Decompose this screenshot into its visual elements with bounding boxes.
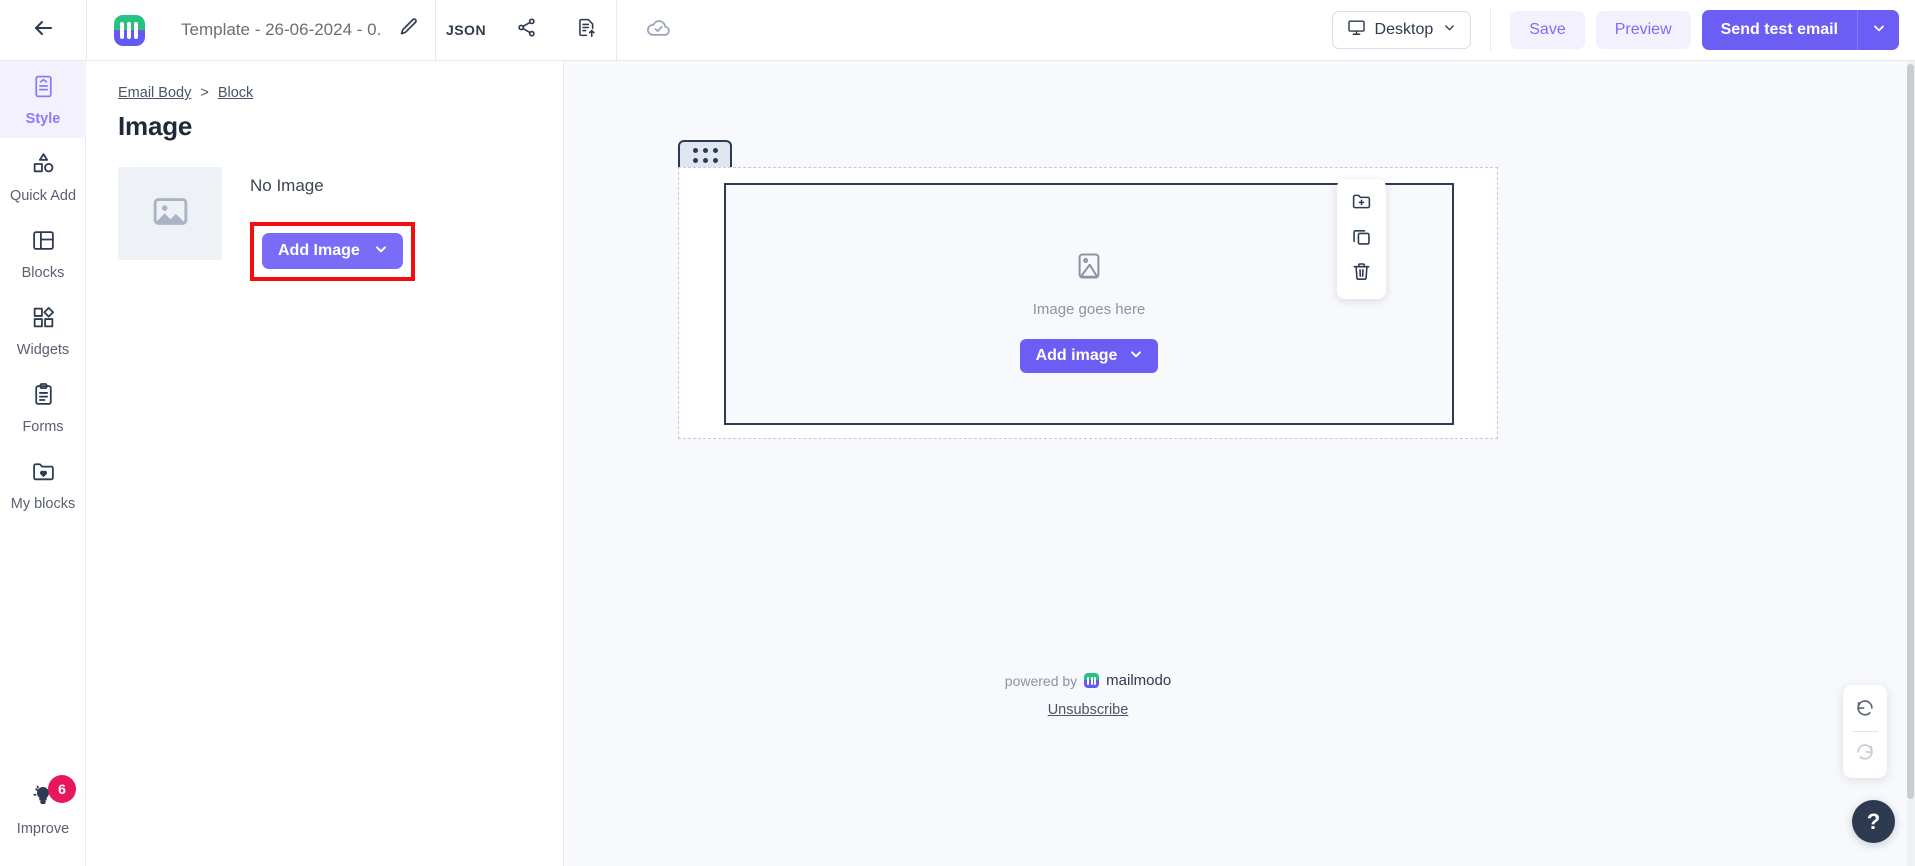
sidebar-item-forms[interactable]: Forms: [0, 369, 86, 446]
powered-by-footer: powered by mailmodo: [678, 672, 1498, 689]
drag-dots-icon: [712, 147, 718, 153]
toolbar-divider-4: [1490, 9, 1492, 51]
sidebar-item-quick-add[interactable]: Quick Add: [0, 138, 86, 215]
breadcrumb-email-body[interactable]: Email Body: [118, 85, 191, 101]
mailmodo-mini-logo: [1084, 673, 1100, 688]
save-button[interactable]: Save: [1510, 11, 1585, 49]
drag-dots-icon: [712, 157, 718, 163]
undo-button[interactable]: [1854, 696, 1876, 723]
save-to-my-blocks-button[interactable]: [1351, 191, 1372, 217]
preview-button[interactable]: Preview: [1595, 11, 1691, 49]
undo-icon: [1854, 696, 1876, 723]
left-nav-rail: Style Quick Add Blocks Widgets Forms My …: [0, 61, 86, 866]
chevron-down-icon: [1442, 20, 1457, 40]
brand-logo-wrap[interactable]: [87, 0, 171, 60]
sidebar-item-label: Blocks: [21, 265, 65, 281]
improve-badge-count: 6: [48, 775, 76, 803]
widgets-grid-icon: [31, 305, 56, 335]
chevron-down-icon: [1871, 20, 1887, 41]
export-document-icon: [576, 17, 597, 43]
device-preview-select[interactable]: Desktop: [1331, 11, 1472, 49]
folder-heart-icon: [31, 459, 56, 489]
back-button[interactable]: [0, 0, 86, 60]
sidebar-item-widgets[interactable]: Widgets: [0, 292, 86, 369]
sidebar-item-label: Quick Add: [9, 188, 77, 204]
sidebar-bottom-group: 6 Improve: [0, 770, 86, 866]
chevron-down-icon: [1128, 346, 1144, 367]
block-drag-handle[interactable]: [678, 140, 732, 168]
page-title: Image: [118, 111, 193, 141]
duplicate-block-button[interactable]: [1351, 226, 1372, 252]
add-image-highlight: Add Image: [250, 222, 415, 281]
cloud-check-icon: [645, 14, 672, 46]
help-button[interactable]: ?: [1852, 800, 1895, 843]
rename-template-button[interactable]: [381, 0, 435, 60]
image-placeholder-icon: [150, 191, 191, 237]
sidebar-item-label: My blocks: [10, 496, 76, 512]
sidebar-item-improve[interactable]: 6 Improve: [0, 770, 86, 848]
layout-panel-icon: [31, 228, 56, 258]
clipboard-icon: [31, 382, 56, 412]
json-button[interactable]: JSON: [436, 0, 496, 60]
sidebar-item-label: Forms: [22, 419, 64, 435]
image-thumbnail[interactable]: [118, 167, 222, 260]
monitor-icon: [1347, 18, 1366, 42]
canvas-add-image-label: Add image: [1035, 347, 1118, 364]
block-settings-panel: Email Body > Block Image No Image Add Im…: [86, 61, 564, 866]
image-placeholder-text: Image goes here: [1032, 301, 1146, 318]
device-select-label: Desktop: [1374, 21, 1434, 38]
send-test-email-button[interactable]: Send test email: [1701, 10, 1857, 50]
redo-icon: [1854, 740, 1876, 767]
json-label: JSON: [445, 22, 487, 38]
style-document-icon: [31, 74, 56, 104]
arrow-left-icon: [31, 16, 55, 45]
send-test-email-caret-button[interactable]: [1857, 10, 1899, 50]
mailmodo-logo: [113, 14, 145, 46]
folder-plus-icon: [1351, 191, 1372, 217]
chevron-down-icon: [373, 241, 389, 262]
redo-button[interactable]: [1854, 740, 1876, 767]
shapes-icon: [31, 151, 56, 181]
send-test-email-group: Send test email: [1701, 10, 1899, 50]
image-icon: [1074, 251, 1104, 286]
drag-dots-icon: [692, 157, 698, 163]
no-image-label: No Image: [250, 176, 324, 195]
add-image-button[interactable]: Add Image: [262, 233, 403, 269]
sidebar-item-label: Style: [25, 111, 61, 127]
sidebar-item-label: Improve: [16, 821, 70, 837]
top-toolbar: Template - 26-06-2024 - 0... JSON Deskto…: [0, 0, 1915, 61]
undo-redo-card: [1843, 685, 1887, 778]
copy-icon: [1351, 226, 1372, 252]
template-name[interactable]: Template - 26-06-2024 - 0...: [171, 20, 381, 40]
image-meta: No Image Add Image: [250, 167, 415, 281]
breadcrumb: Email Body > Block: [118, 85, 563, 101]
share-icon: [516, 17, 537, 43]
drag-dots-icon: [702, 147, 708, 153]
add-image-button-label: Add Image: [278, 242, 360, 259]
export-button[interactable]: [556, 0, 616, 60]
sidebar-item-blocks[interactable]: Blocks: [0, 215, 86, 292]
breadcrumb-block[interactable]: Block: [218, 85, 253, 101]
delete-block-button[interactable]: [1351, 261, 1372, 287]
brand-name: mailmodo: [1106, 672, 1172, 689]
canvas-scrollbar-thumb[interactable]: [1907, 64, 1914, 799]
undo-redo-divider: [1852, 731, 1878, 732]
image-settings-row: No Image Add Image: [118, 167, 563, 281]
autosave-status-button[interactable]: [617, 0, 699, 60]
sidebar-item-my-blocks[interactable]: My blocks: [0, 446, 86, 523]
sidebar-item-label: Widgets: [16, 342, 70, 358]
powered-by-label: powered by: [1004, 672, 1078, 689]
email-canvas[interactable]: Image goes here Add image powered by mai…: [565, 61, 1907, 866]
pencil-icon: [398, 17, 419, 43]
canvas-add-image-button[interactable]: Add image: [1019, 339, 1159, 373]
trash-icon: [1351, 261, 1372, 287]
breadcrumb-separator: >: [200, 85, 209, 101]
sidebar-item-style[interactable]: Style: [0, 61, 86, 138]
block-tools-toolbar: [1337, 179, 1386, 299]
share-button[interactable]: [496, 0, 556, 60]
unsubscribe-link[interactable]: Unsubscribe: [678, 702, 1498, 718]
drag-dots-icon: [702, 157, 708, 163]
drag-dots-icon: [692, 147, 698, 153]
